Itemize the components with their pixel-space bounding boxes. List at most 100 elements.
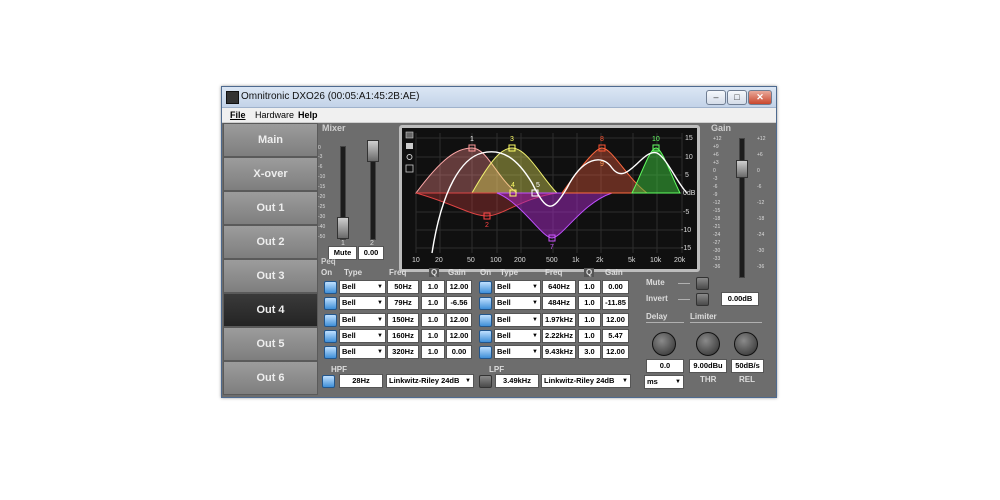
peq-type-select[interactable]: Bell ▼ [339,280,386,294]
peq-gain-field[interactable]: 12.00 [446,280,472,294]
nav-out-1[interactable]: Out 1 [223,191,318,225]
peq-on-toggle[interactable] [324,330,337,343]
peq-on-toggle[interactable] [324,314,337,327]
lpf-on-toggle[interactable] [479,375,492,388]
limiter-threshold-knob[interactable] [696,332,720,356]
peq-freq-field[interactable]: 9.43kHz [542,345,576,359]
peq-type-value: Bell [342,282,356,291]
maximize-button[interactable]: □ [727,90,747,105]
peq-q-field[interactable]: 1.0 [421,345,445,359]
peq-on-toggle[interactable] [324,297,337,310]
menu-bar: File Hardware Help [222,108,776,123]
peq-on-toggle[interactable] [479,330,492,343]
peq-type-select[interactable]: Bell ▼ [494,280,541,294]
delay-knob[interactable] [652,332,676,356]
hpf-type-select[interactable]: Linkwitz-Riley 24dB ▼ [386,374,474,388]
peq-on-toggle[interactable] [479,297,492,310]
peq-type-select[interactable]: Bell ▼ [494,329,541,343]
peq-q-field[interactable]: 1.0 [578,280,601,294]
gain-fader-track[interactable] [739,138,745,278]
peq-q-field[interactable]: 1.0 [421,329,445,343]
hpf-on-toggle[interactable] [322,375,335,388]
peq-on-toggle[interactable] [479,281,492,294]
gain-scale-label-left: -24 [713,232,721,238]
zoom-icon[interactable] [406,154,413,160]
peq-gain-field[interactable]: 5.47 [602,329,629,343]
peq-header-on: On [480,268,492,277]
peq-type-select[interactable]: Bell ▼ [339,345,386,359]
delay-value-field[interactable]: 0.0 [646,359,684,373]
peq-on-toggle[interactable] [479,346,492,359]
nav-out-4[interactable]: Out 4 [223,293,318,327]
gain-fader-handle[interactable] [736,160,748,178]
peq-q-field[interactable]: 1.0 [578,313,601,327]
camera-icon[interactable] [406,143,413,149]
nav-main[interactable]: Main [223,123,318,157]
gain-invert-toggle[interactable] [696,293,709,306]
peq-gain-field[interactable]: 12.00 [602,345,629,359]
limiter-rel-label: REL [739,375,755,384]
peq-type-select[interactable]: Bell ▼ [494,313,541,327]
peq-gain-field[interactable]: 12.00 [602,313,629,327]
delay-unit-select[interactable]: ms ▼ [644,375,684,389]
peq-freq-field[interactable]: 160Hz [387,329,419,343]
peq-gain-field[interactable]: -6.56 [446,296,472,310]
peq-q-field[interactable]: 1.0 [421,313,445,327]
peq-on-toggle[interactable] [479,314,492,327]
minimize-button[interactable]: – [706,90,726,105]
peq-gain-field[interactable]: 0.00 [602,280,629,294]
peq-freq-field[interactable]: 1.97kHz [542,313,576,327]
graph-x-axis: 10 20 50 100 200 500 1k 2k 5k 10k 20k [412,257,686,264]
mixer-fader-1-handle[interactable] [337,217,349,239]
peq-type-select[interactable]: Bell ▼ [339,313,386,327]
peq-type-select[interactable]: Bell ▼ [339,329,386,343]
peq-freq-field[interactable]: 484Hz [542,296,576,310]
chevron-down-icon: ▼ [377,349,383,355]
x-tick: 20k [674,257,686,264]
peq-type-select[interactable]: Bell ▼ [494,345,541,359]
limiter-threshold-field[interactable]: 9.00dBu [689,359,727,373]
close-button[interactable]: ✕ [748,90,772,105]
peq-freq-field[interactable]: 320Hz [387,345,419,359]
band-4-label: 4 [511,182,515,189]
limiter-release-field[interactable]: 50dB/s [731,359,764,373]
peq-gain-field[interactable]: 12.00 [446,329,472,343]
nav-x-over[interactable]: X-over [223,157,318,191]
peq-freq-field[interactable]: 150Hz [387,313,419,327]
lpf-freq-field[interactable]: 3.49kHz [495,374,539,388]
peq-q-field[interactable]: 1.0 [578,329,601,343]
peq-freq-field[interactable]: 50Hz [387,280,419,294]
peq-type-select[interactable]: Bell ▼ [494,296,541,310]
text-tool-icon[interactable] [405,164,414,173]
peq-q-field[interactable]: 1.0 [578,296,601,310]
nav-out-2[interactable]: Out 2 [223,225,318,259]
peq-on-toggle[interactable] [324,281,337,294]
peq-type-value: Bell [497,298,511,307]
peq-gain-field[interactable]: 0.00 [446,345,472,359]
peq-freq-field[interactable]: 79Hz [387,296,419,310]
nav-out-3[interactable]: Out 3 [223,259,318,293]
limiter-release-knob[interactable] [734,332,758,356]
lpf-type-select[interactable]: Linkwitz-Riley 24dB ▼ [541,374,631,388]
gain-mute-toggle[interactable] [696,277,709,290]
peq-freq-field[interactable]: 2.22kHz [542,329,576,343]
peq-type-select[interactable]: Bell ▼ [339,296,386,310]
hpf-freq-field[interactable]: 28Hz [339,374,383,388]
menu-hardware[interactable]: Hardware [255,110,294,120]
peq-on-toggle[interactable] [324,346,337,359]
menu-file[interactable]: File [230,110,246,120]
copy-icon[interactable] [405,131,414,139]
peq-gain-field[interactable]: 12.00 [446,313,472,327]
peq-gain-field[interactable]: -11.85 [602,296,629,310]
menu-help[interactable]: Help [298,110,318,120]
nav-out-6[interactable]: Out 6 [223,361,318,395]
peq-q-field[interactable]: 1.0 [421,280,445,294]
gain-value-field[interactable]: 0.00dB [721,292,759,306]
nav-out-5[interactable]: Out 5 [223,327,318,361]
mixer-scale-label: -3 [318,154,323,160]
mixer-value-field[interactable]: 0.00 [358,246,384,260]
peq-q-field[interactable]: 3.0 [578,345,601,359]
peq-q-field[interactable]: 1.0 [421,296,445,310]
mixer-fader-2-handle[interactable] [367,140,379,162]
peq-freq-field[interactable]: 640Hz [542,280,576,294]
